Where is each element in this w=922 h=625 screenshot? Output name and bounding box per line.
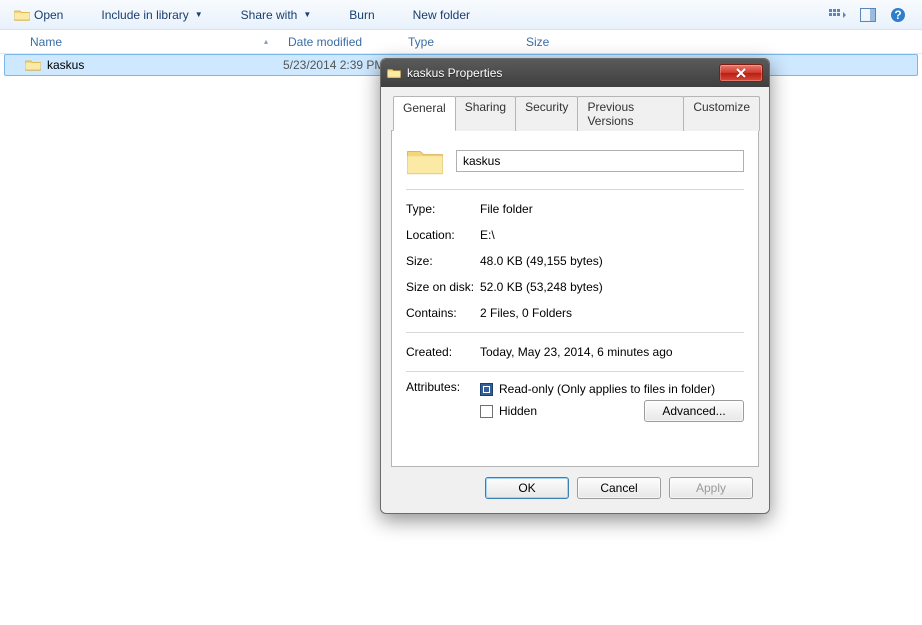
advanced-button[interactable]: Advanced... xyxy=(644,400,744,422)
view-options-button[interactable] xyxy=(828,5,848,25)
sort-indicator-icon: ▴ xyxy=(264,37,268,46)
type-label: Type: xyxy=(406,202,480,216)
readonly-checkbox[interactable] xyxy=(480,383,493,396)
column-header-name[interactable]: Name ▴ xyxy=(0,30,278,53)
share-label: Share with xyxy=(241,8,298,22)
folder-icon xyxy=(406,145,444,177)
new-folder-label: New folder xyxy=(413,8,470,22)
apply-button[interactable]: Apply xyxy=(669,477,753,499)
help-icon: ? xyxy=(890,7,906,23)
hidden-checkbox[interactable] xyxy=(480,405,493,418)
folder-icon xyxy=(25,58,41,72)
tab-sharing[interactable]: Sharing xyxy=(455,96,516,131)
attributes-label: Attributes: xyxy=(406,378,480,422)
size-value: 48.0 KB (49,155 bytes) xyxy=(480,254,744,268)
new-folder-button[interactable]: New folder xyxy=(405,5,478,25)
chevron-down-icon: ▼ xyxy=(303,10,311,19)
readonly-label: Read-only (Only applies to files in fold… xyxy=(499,382,715,396)
location-value: E:\ xyxy=(480,228,744,242)
column-header-row: Name ▴ Date modified Type Size xyxy=(0,30,922,54)
type-value: File folder xyxy=(480,202,744,216)
created-label: Created: xyxy=(406,345,480,359)
tab-general[interactable]: General xyxy=(393,96,456,131)
dialog-button-row: OK Cancel Apply xyxy=(391,467,759,503)
column-header-type[interactable]: Type xyxy=(398,30,516,53)
location-label: Location: xyxy=(406,228,480,242)
preview-pane-button[interactable] xyxy=(858,5,878,25)
tab-strip: General Sharing Security Previous Versio… xyxy=(391,96,759,131)
column-date-label: Date modified xyxy=(288,35,362,49)
folder-icon xyxy=(387,67,401,79)
properties-dialog: kaskus Properties General Sharing Securi… xyxy=(380,58,770,514)
tab-previous-versions[interactable]: Previous Versions xyxy=(577,96,684,131)
contains-value: 2 Files, 0 Folders xyxy=(480,306,744,320)
open-label: Open xyxy=(34,8,63,22)
cancel-button[interactable]: Cancel xyxy=(577,477,661,499)
preview-pane-icon xyxy=(860,8,876,22)
column-size-label: Size xyxy=(526,35,549,49)
open-button[interactable]: Open xyxy=(6,5,71,25)
tab-security[interactable]: Security xyxy=(515,96,578,131)
column-type-label: Type xyxy=(408,35,434,49)
column-header-size[interactable]: Size xyxy=(516,30,596,53)
help-button[interactable]: ? xyxy=(888,5,908,25)
general-panel: Type:File folder Location:E:\ Size:48.0 … xyxy=(391,130,759,467)
column-header-date[interactable]: Date modified xyxy=(278,30,398,53)
burn-button[interactable]: Burn xyxy=(341,5,382,25)
svg-text:?: ? xyxy=(894,8,901,22)
dialog-titlebar[interactable]: kaskus Properties xyxy=(381,59,769,87)
share-with-button[interactable]: Share with ▼ xyxy=(233,5,320,25)
dialog-title: kaskus Properties xyxy=(407,66,502,80)
ok-button[interactable]: OK xyxy=(485,477,569,499)
close-icon xyxy=(735,68,747,78)
size-label: Size: xyxy=(406,254,480,268)
chevron-down-icon: ▼ xyxy=(195,10,203,19)
burn-label: Burn xyxy=(349,8,374,22)
size-on-disk-label: Size on disk: xyxy=(406,280,480,294)
size-on-disk-value: 52.0 KB (53,248 bytes) xyxy=(480,280,744,294)
explorer-toolbar: Open Include in library ▼ Share with ▼ B… xyxy=(0,0,922,30)
folder-icon xyxy=(14,8,30,22)
created-value: Today, May 23, 2014, 6 minutes ago xyxy=(480,345,744,359)
contains-label: Contains: xyxy=(406,306,480,320)
views-icon xyxy=(829,8,847,22)
column-name-label: Name xyxy=(30,35,62,49)
hidden-label: Hidden xyxy=(499,404,537,418)
tab-customize[interactable]: Customize xyxy=(683,96,760,131)
file-name: kaskus xyxy=(47,58,84,72)
close-button[interactable] xyxy=(719,64,763,82)
folder-name-input[interactable] xyxy=(456,150,744,172)
include-library-button[interactable]: Include in library ▼ xyxy=(93,5,210,25)
file-date: 5/23/2014 2:39 PM xyxy=(275,58,395,72)
include-label: Include in library xyxy=(101,8,188,22)
